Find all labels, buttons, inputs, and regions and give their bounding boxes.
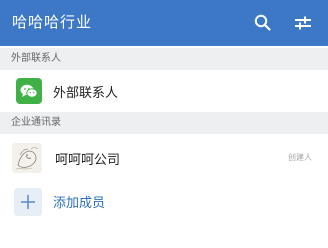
section-header-enterprise: 企业通讯录 bbox=[0, 112, 328, 134]
header-title: 哈哈哈行业 bbox=[12, 13, 93, 31]
empty-area bbox=[0, 222, 328, 248]
app-header: 哈哈哈行业 bbox=[0, 0, 328, 46]
sliders-icon[interactable] bbox=[293, 13, 313, 33]
avatar bbox=[12, 143, 42, 173]
external-contacts-label: 外部联系人 bbox=[53, 86, 119, 101]
search-icon[interactable] bbox=[253, 13, 273, 33]
section-header-external: 外部联系人 bbox=[0, 48, 328, 70]
external-contacts-row[interactable]: 外部联系人 bbox=[0, 70, 328, 112]
add-member-label: 添加成员 bbox=[53, 196, 106, 211]
creator-tag: 创建人 bbox=[288, 153, 312, 162]
company-name: 呵呵呵公司 bbox=[55, 153, 121, 168]
company-row[interactable]: 呵呵呵公司 创建人 bbox=[0, 134, 328, 180]
add-member-row[interactable]: 添加成员 bbox=[0, 180, 328, 222]
plus-icon bbox=[14, 188, 42, 216]
wechat-icon bbox=[16, 78, 42, 104]
